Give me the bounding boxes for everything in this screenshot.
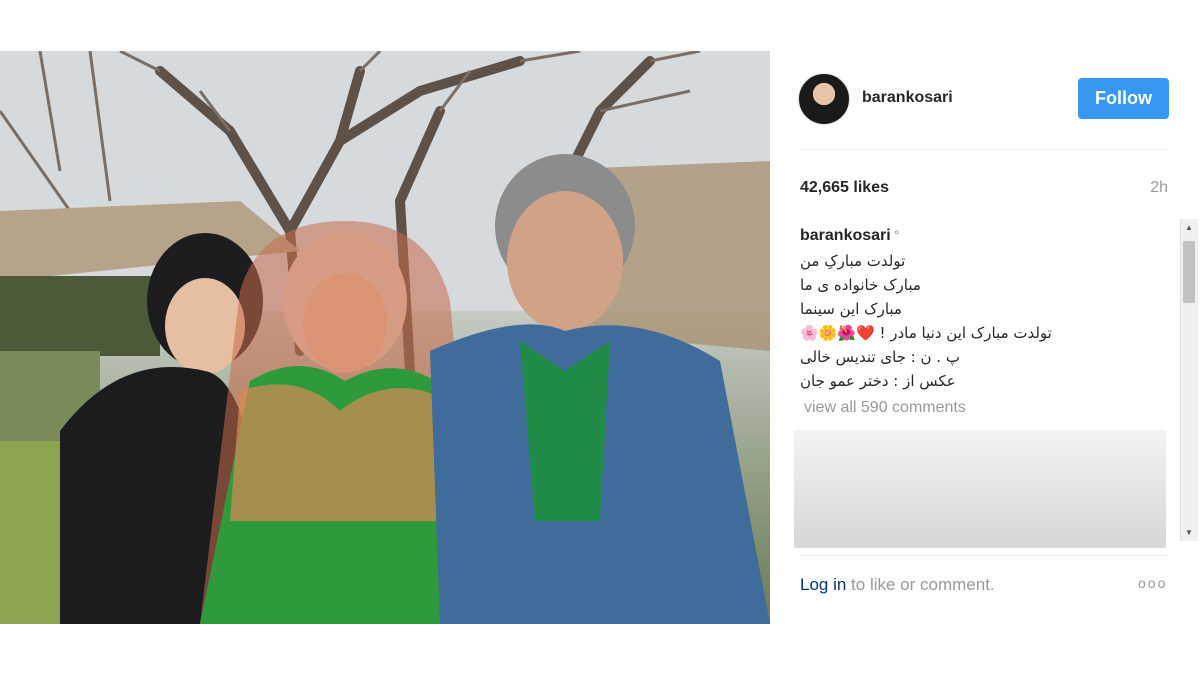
scroll-thumb[interactable] [1183, 241, 1195, 303]
likes-count[interactable]: 42,665 likes [800, 179, 889, 197]
login-link[interactable]: Log in [800, 575, 846, 594]
caption-text: تولدت مبارکِ من مبارک خانواده ی ما مبارک… [800, 249, 1100, 393]
post-photo[interactable] [0, 51, 770, 624]
scroll-up-icon[interactable]: ▲ [1185, 223, 1193, 232]
comments-scrollbar[interactable]: ▲ ▼ [1180, 219, 1198, 541]
caption-line: عکس از : دختر عمو جان [800, 372, 956, 390]
caption-line: تولدت مبارکِ من [800, 252, 906, 270]
caption-author-name[interactable]: barankosari [800, 227, 891, 244]
header-divider [800, 149, 1168, 150]
caption-line: مبارک این سینما [800, 300, 902, 318]
caption-line: مبارک خانواده ی ما [800, 276, 921, 294]
footer-divider [800, 555, 1168, 556]
caption-author-mark: ° [893, 227, 900, 243]
caption-line: پ . ن : جای تندیس خالی [800, 348, 960, 366]
login-prompt: Log in to like or comment. [800, 575, 995, 595]
post-timestamp[interactable]: 2h [1150, 179, 1168, 197]
caption-author[interactable]: barankosari ° [800, 227, 899, 245]
post-sidebar: barankosari Follow 42,665 likes 2h baran… [770, 51, 1200, 624]
avatar[interactable] [798, 73, 850, 125]
caption-line: تولدت مبارک این دنیا مادر ! ❤️🌺🌼🌸 [800, 324, 1052, 342]
username-link[interactable]: barankosari [862, 89, 953, 107]
view-all-comments-link[interactable]: view all 590 comments [804, 399, 966, 417]
comments-area: barankosari ° تولدت مبارکِ من مبارک خانوا… [794, 219, 1200, 549]
scroll-down-icon[interactable]: ▼ [1185, 528, 1193, 537]
more-options-icon[interactable]: ooo [1138, 575, 1167, 591]
login-prompt-text: to like or comment. [846, 575, 995, 594]
photo-illustration [0, 51, 770, 624]
blurred-comments [794, 430, 1166, 548]
follow-button[interactable]: Follow [1078, 78, 1169, 119]
post-header: barankosari Follow [770, 51, 1200, 149]
